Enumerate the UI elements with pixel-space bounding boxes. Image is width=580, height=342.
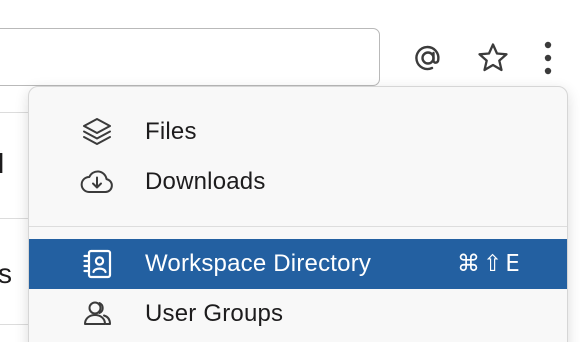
menu-item-workspace-directory[interactable]: Workspace Directory ⌘⇧E	[29, 239, 567, 289]
menu-item-files[interactable]: Files	[29, 107, 567, 157]
menu-item-label: Workspace Directory	[145, 250, 372, 277]
menu-item-label: Downloads	[145, 168, 266, 195]
app-window: l s Files Downloads Workspace Directory …	[0, 0, 580, 342]
mentions-icon[interactable]	[408, 38, 448, 78]
star-icon[interactable]	[473, 38, 513, 78]
menu-divider	[29, 226, 567, 227]
keyboard-shortcut: ⌘⇧E	[457, 251, 523, 277]
layers-icon	[79, 114, 115, 150]
search-input[interactable]	[0, 28, 380, 86]
menu-item-label: User Groups	[145, 300, 284, 327]
more-options-icon[interactable]	[528, 38, 568, 78]
list-text-fragment: l	[0, 150, 5, 178]
contact-card-icon	[79, 246, 115, 282]
cloud-download-icon	[79, 164, 115, 200]
menu-item-user-groups[interactable]: User Groups	[29, 289, 567, 339]
user-group-icon	[79, 296, 115, 332]
menu-item-downloads[interactable]: Downloads	[29, 157, 567, 207]
list-text-fragment: s	[0, 260, 12, 288]
more-options-menu: Files Downloads Workspace Directory ⌘⇧E …	[28, 86, 568, 342]
menu-item-label: Files	[145, 118, 197, 145]
